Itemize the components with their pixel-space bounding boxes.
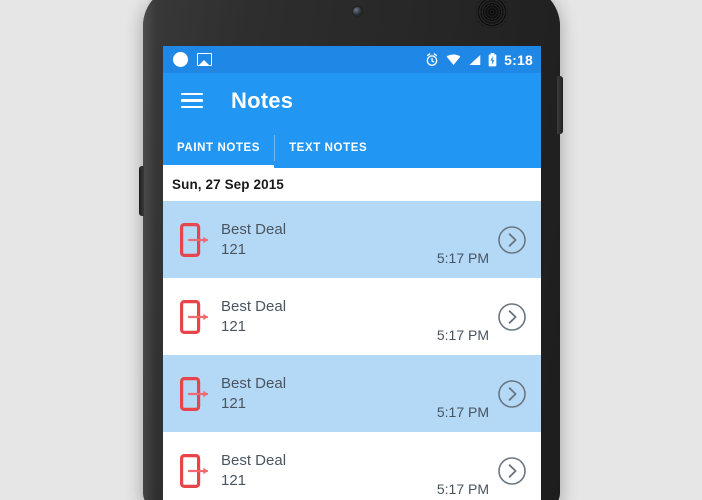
hamburger-line xyxy=(181,92,203,96)
list-item-subtitle: 121 xyxy=(221,395,247,412)
list-item-title: Best Deal xyxy=(221,375,287,392)
list-item[interactable]: Best Deal 121 5:17 PM xyxy=(163,201,541,278)
status-bar-clock: 5:18 xyxy=(504,51,533,68)
signal-icon xyxy=(468,54,481,66)
hamburger-line xyxy=(181,105,203,109)
notes-list: Sun, 27 Sep 2015 Best Deal 121 5:17 PM B… xyxy=(163,168,541,500)
battery-charging-icon xyxy=(488,52,497,67)
page-title: Notes xyxy=(231,87,294,113)
status-bar-left-icons xyxy=(173,52,212,67)
list-item-title: Best Deal xyxy=(221,298,287,315)
hamburger-line xyxy=(181,99,203,102)
phone-screen: 5:18 Notes PAINT NOTES TEXT NOTES Sun, 2… xyxy=(163,46,541,500)
status-bar: 5:18 xyxy=(163,46,541,73)
list-item-text: Best Deal 121 xyxy=(217,453,437,488)
photo-icon xyxy=(197,53,212,66)
chevron-right-circle-icon[interactable] xyxy=(497,302,527,332)
chevron-right-circle-icon[interactable] xyxy=(497,379,527,409)
list-item-time: 5:17 PM xyxy=(436,404,489,420)
tab-paint-notes[interactable]: PAINT NOTES xyxy=(163,128,275,168)
front-camera-icon xyxy=(353,7,362,16)
outgoing-phone-icon xyxy=(173,453,217,488)
hamburger-menu-icon[interactable] xyxy=(181,92,203,109)
list-item-time: 5:17 PM xyxy=(436,481,489,497)
tab-text-notes[interactable]: TEXT NOTES xyxy=(275,128,381,168)
list-item[interactable]: Best Deal 121 5:17 PM xyxy=(163,278,541,355)
status-bar-right-icons: 5:18 xyxy=(425,51,533,68)
app-bar: Notes PAINT NOTES TEXT NOTES xyxy=(163,73,541,168)
list-item-subtitle: 121 xyxy=(221,318,247,335)
alarm-icon xyxy=(425,52,439,67)
list-item-time: 5:17 PM xyxy=(436,327,489,343)
list-item-subtitle: 121 xyxy=(221,472,247,489)
list-item-text: Best Deal 121 xyxy=(217,376,437,411)
outgoing-phone-icon xyxy=(173,376,217,411)
list-item[interactable]: Best Deal 121 5:17 PM xyxy=(163,432,541,500)
wifi-icon xyxy=(446,53,461,66)
chevron-right-circle-icon[interactable] xyxy=(497,456,527,486)
outgoing-phone-icon xyxy=(173,299,217,334)
power-button[interactable] xyxy=(557,76,563,134)
list-item[interactable]: Best Deal 121 5:17 PM xyxy=(163,355,541,432)
list-item-text: Best Deal 121 xyxy=(217,222,437,257)
volume-button[interactable] xyxy=(139,166,144,216)
screenshot-canvas: 5:18 Notes PAINT NOTES TEXT NOTES Sun, 2… xyxy=(0,0,702,500)
list-item-title: Best Deal xyxy=(221,452,287,469)
list-item-text: Best Deal 121 xyxy=(217,299,437,334)
app-bar-top-row: Notes xyxy=(163,73,541,128)
outgoing-phone-icon xyxy=(173,222,217,257)
list-item-subtitle: 121 xyxy=(221,241,247,258)
list-item-time: 5:17 PM xyxy=(436,250,489,266)
tab-paint-notes-label: PAINT NOTES xyxy=(177,142,261,154)
circle-icon xyxy=(173,52,188,67)
tab-text-notes-label: TEXT NOTES xyxy=(289,142,368,154)
date-header: Sun, 27 Sep 2015 xyxy=(163,168,541,201)
tab-bar: PAINT NOTES TEXT NOTES xyxy=(163,128,541,168)
list-item-title: Best Deal xyxy=(221,221,287,238)
chevron-right-circle-icon[interactable] xyxy=(497,225,527,255)
